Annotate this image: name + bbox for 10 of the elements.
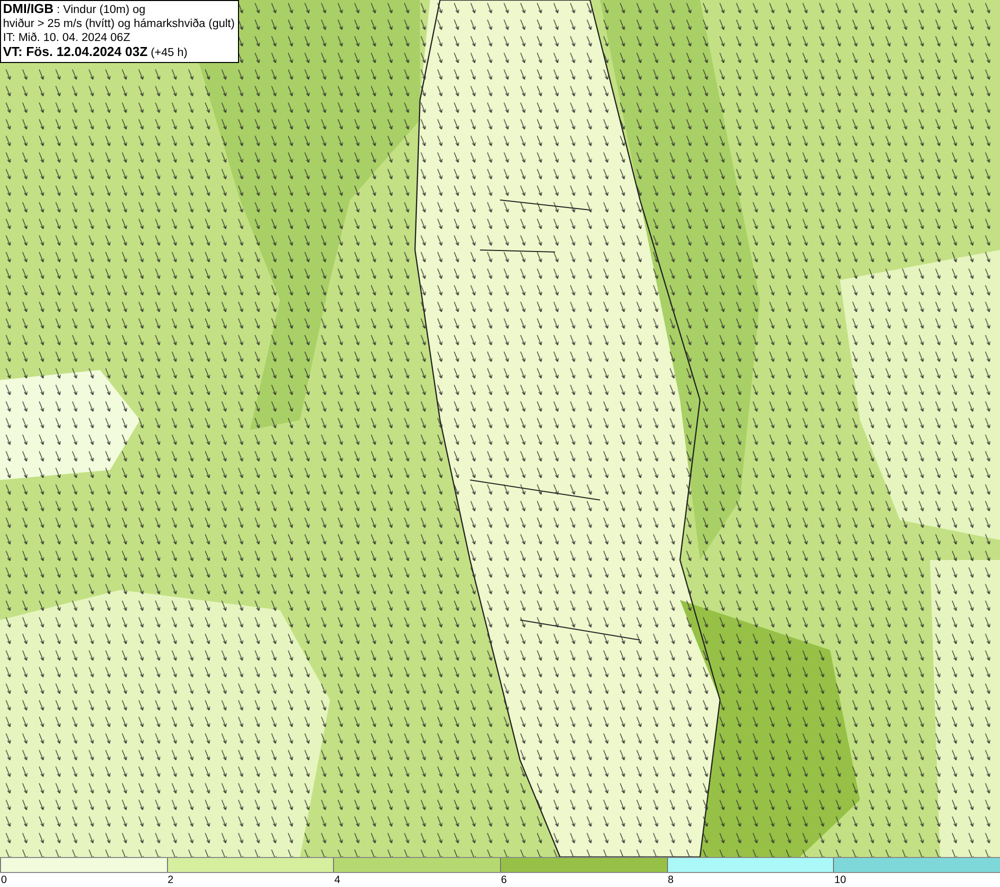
- title-line: hviður > 25 m/s (hvítt) og hámarkshviða (gult): [3, 17, 235, 31]
- legend-tick-label: 10: [833, 874, 846, 886]
- title-line: IT: Mið. 10. 04. 2024 06Z: [3, 31, 132, 45]
- legend-tick-label: 6: [500, 874, 507, 886]
- legend-tick-label: 0: [0, 874, 7, 886]
- legend-tick-label: 4: [333, 874, 340, 886]
- legend-tick-label: 8: [666, 874, 674, 886]
- title-line: DMI/IGB : Vindur (10m) og: [3, 2, 146, 17]
- legend-tick-label: 2: [166, 874, 174, 886]
- title-line: VT: Fös. 12.04.2024 03Z (+45 h): [3, 45, 188, 60]
